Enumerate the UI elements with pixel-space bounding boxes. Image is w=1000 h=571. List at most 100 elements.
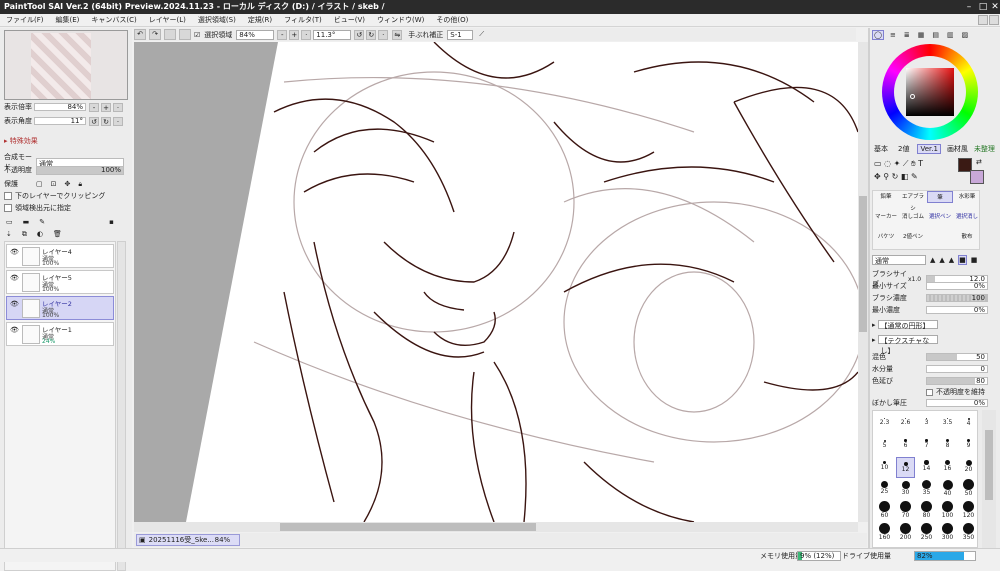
move-icon[interactable]: ✥ xyxy=(874,172,881,181)
edge-soft-icon[interactable]: ▲ xyxy=(949,256,954,264)
menu-close-button[interactable] xyxy=(989,15,999,25)
deselect-button[interactable] xyxy=(164,29,176,40)
select-rect-icon[interactable]: ▭ xyxy=(874,159,882,168)
gradient-icon[interactable]: ◧ xyxy=(901,172,909,181)
brush-size-cell[interactable]: 12 xyxy=(896,457,915,478)
new-linework-icon[interactable]: ✎ xyxy=(39,218,45,226)
brush-size-cell[interactable]: 160 xyxy=(875,523,894,544)
scratch-tab-icon[interactable]: ▨ xyxy=(962,31,969,39)
rotate-cw-button[interactable]: ↻ xyxy=(366,29,377,40)
rotate-left-button[interactable]: ↺ xyxy=(89,116,99,126)
tool-select-eraser[interactable]: 選択消し xyxy=(954,211,980,223)
hand-icon[interactable]: ✋︎ xyxy=(911,159,916,168)
brush-shape-select[interactable]: 【通常の円形】 xyxy=(877,320,938,330)
menu-edit[interactable]: 編集(E) xyxy=(56,15,80,25)
brush-size-cell[interactable]: 80 xyxy=(917,501,936,522)
sub-color-swatch[interactable] xyxy=(970,170,984,184)
tool-watercolor[interactable]: 水彩筆 xyxy=(954,191,980,203)
layer-opacity-slider[interactable]: 100% xyxy=(36,165,124,175)
protect-opacity-icon[interactable]: ▢ xyxy=(36,180,43,188)
rotate-reset-toolbar[interactable]: · xyxy=(378,29,389,40)
zoom-out-button[interactable]: - xyxy=(89,102,99,112)
swap-colors-icon[interactable]: ⇄ xyxy=(976,158,982,166)
layer-item[interactable]: 👁︎ レイヤー1 通常 24% xyxy=(6,322,114,346)
zoom-reset-button[interactable]: · xyxy=(113,102,123,112)
brush-size-cell[interactable]: 3 xyxy=(917,413,936,434)
menu-selection[interactable]: 選択領域(S) xyxy=(198,15,236,25)
tool-bucket[interactable]: バケツ xyxy=(873,231,899,243)
size-grid-scrollbar[interactable] xyxy=(982,410,996,548)
brush-size-cell[interactable]: 3.5 xyxy=(938,413,957,434)
blur-pressure-slider[interactable]: 0% xyxy=(926,399,988,407)
color-tab-basic[interactable]: 基本 xyxy=(874,144,888,154)
rotate-reset-button[interactable]: · xyxy=(113,116,123,126)
color-tab-ver1[interactable]: Ver.1 xyxy=(917,144,941,154)
menu-other[interactable]: その他(O) xyxy=(436,15,468,25)
toolbar-zoom-in[interactable]: + xyxy=(289,29,300,40)
zoom-in-button[interactable]: + xyxy=(101,102,111,112)
layer-item-selected[interactable]: 👁︎ レイヤー2 通常 100% xyxy=(6,296,114,320)
brush-size-cell[interactable]: 5 xyxy=(875,435,894,456)
layer-list-scrollbar[interactable] xyxy=(117,241,126,571)
swatch-tab-icon[interactable]: ▥ xyxy=(947,31,954,39)
text-icon[interactable]: T xyxy=(918,159,923,168)
brush-size-cell[interactable]: 2.3 xyxy=(875,413,894,434)
brush-texture-select[interactable]: 【テクスチャなし】 xyxy=(877,335,938,355)
sv-cursor[interactable] xyxy=(910,94,915,99)
brush-size-cell[interactable]: 7 xyxy=(917,435,936,456)
effects-toggle[interactable]: ▸ 特殊効果 xyxy=(4,136,38,146)
tool-brush[interactable]: 筆 xyxy=(927,191,953,203)
menu-restore-button[interactable] xyxy=(978,15,988,25)
new-folder-icon[interactable]: ▬ xyxy=(23,218,30,226)
tool-select-pen[interactable]: 選択ペン xyxy=(927,211,953,223)
merge-down-icon[interactable]: ⇣ xyxy=(6,230,12,238)
palette-tab-icon[interactable]: ▦ xyxy=(918,31,925,39)
brush-size-cell[interactable]: 8 xyxy=(938,435,957,456)
brush-size-cell[interactable]: 20 xyxy=(959,457,978,478)
menu-ruler[interactable]: 定規(R) xyxy=(248,15,272,25)
min-density-slider[interactable]: 0% xyxy=(926,306,988,314)
mix-slider[interactable]: 50 xyxy=(926,353,988,361)
hsv-slider-tab-icon[interactable]: ≣ xyxy=(904,31,910,39)
minimize-button[interactable]: – xyxy=(962,0,976,14)
menu-filter[interactable]: フィルタ(T) xyxy=(284,15,322,25)
rotate-icon[interactable]: ↻ xyxy=(892,172,899,181)
selection-visible-checkbox[interactable]: ☑ xyxy=(194,31,200,39)
brush-size-cell[interactable]: 70 xyxy=(896,501,915,522)
tool-binary-pen[interactable]: 2値ペン xyxy=(900,231,926,243)
brush-size-cell[interactable]: 30 xyxy=(896,479,915,500)
brush-mode-select[interactable]: 通常 xyxy=(872,255,926,265)
color-tab-binary[interactable]: 2値 xyxy=(898,144,909,154)
menu-window[interactable]: ウィンドウ(W) xyxy=(377,15,424,25)
edge-fill-icon[interactable]: ■ xyxy=(971,256,978,264)
brush-size-cell[interactable]: 25 xyxy=(875,479,894,500)
edge-mid-icon[interactable]: ▲ xyxy=(939,256,944,264)
brush-size-cell[interactable]: 10 xyxy=(875,457,894,478)
brush-size-cell[interactable]: 6 xyxy=(896,435,915,456)
toolbar-zoom-out[interactable]: - xyxy=(277,29,288,40)
picker-icon[interactable]: ✎ xyxy=(911,172,918,181)
color-tab-unsorted[interactable]: 未整理 xyxy=(974,144,995,154)
sv-square[interactable] xyxy=(906,68,954,116)
layer-item[interactable]: 👁︎ レイヤー4 通常 100% xyxy=(6,244,114,268)
brush-size-cell[interactable]: 40 xyxy=(938,479,957,500)
zoom-icon[interactable]: ⚲ xyxy=(883,172,889,181)
canvas-hscrollbar[interactable] xyxy=(134,522,858,532)
texture-expand-icon[interactable]: ▸ xyxy=(872,336,876,344)
brush-size-cell[interactable]: 250 xyxy=(917,523,936,544)
undo-button[interactable]: ↶ xyxy=(134,29,146,40)
close-button[interactable]: ✕ xyxy=(988,0,1000,14)
tool-eraser[interactable]: 消しゴム xyxy=(900,211,926,223)
eye-icon[interactable]: 👁︎ xyxy=(10,248,19,256)
menu-canvas[interactable]: キャンバス(C) xyxy=(91,15,136,25)
water-slider[interactable]: 0 xyxy=(926,365,988,373)
brush-size-cell[interactable]: 4 xyxy=(959,413,978,434)
menu-view[interactable]: ビュー(V) xyxy=(334,15,365,25)
eyedropper-icon[interactable]: ⟋ xyxy=(903,159,909,168)
angle-slider[interactable]: 11° xyxy=(34,117,86,125)
invert-selection-button[interactable] xyxy=(179,29,191,40)
canvas-viewport[interactable] xyxy=(134,42,858,522)
brush-size-cell[interactable]: 2.6 xyxy=(896,413,915,434)
color-tab-paint[interactable]: 画材風 xyxy=(947,144,968,154)
eye-icon[interactable]: 👁︎ xyxy=(10,274,19,282)
